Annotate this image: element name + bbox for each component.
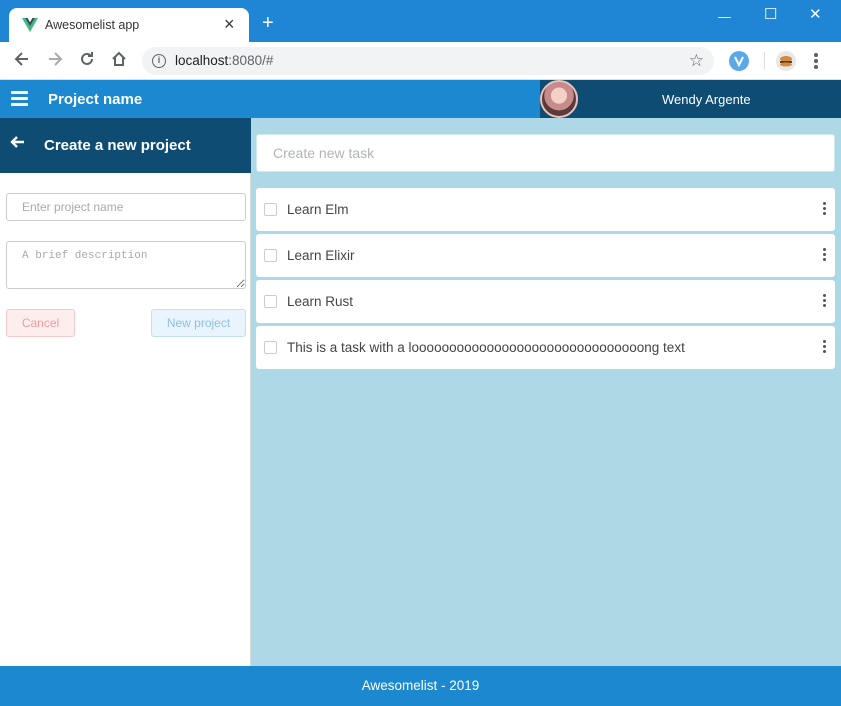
- toolbar-divider: [764, 52, 765, 70]
- browser-tab[interactable]: Awesomelist app ×: [9, 8, 249, 42]
- hamburger-menu-icon[interactable]: [11, 91, 28, 106]
- task-menu-icon[interactable]: [823, 340, 827, 354]
- url-text: localhost:8080/#: [175, 53, 274, 68]
- task-label: This is a task with a looooooooooooooooo…: [287, 340, 685, 355]
- project-name-title: Project name: [48, 91, 143, 108]
- app-header: Project name Wendy Argente: [0, 80, 841, 118]
- task-label: Learn Elixir: [287, 248, 355, 263]
- task-list: Learn Elm Learn Elixir Learn Rust This i…: [256, 188, 835, 372]
- new-task-input[interactable]: [256, 134, 835, 172]
- footer: Awesomelist - 2019: [0, 666, 841, 706]
- forward-arrow-icon[interactable]: [44, 50, 66, 72]
- user-block[interactable]: Wendy Argente: [540, 80, 841, 118]
- new-tab-icon[interactable]: +: [262, 13, 274, 33]
- back-arrow-icon[interactable]: [11, 50, 33, 72]
- address-bar[interactable]: i localhost:8080/# ☆: [142, 47, 714, 75]
- extension-icon[interactable]: [729, 51, 749, 71]
- footer-text: Awesomelist - 2019: [361, 678, 480, 693]
- vue-logo-icon: [22, 18, 38, 32]
- main-content: Learn Elm Learn Elixir Learn Rust This i…: [251, 118, 841, 666]
- task-checkbox[interactable]: [264, 249, 277, 262]
- browser-titlebar: Awesomelist app × + — ☐ ✕: [0, 0, 841, 42]
- task-menu-icon[interactable]: [823, 294, 827, 308]
- tab-title: Awesomelist app: [45, 18, 140, 32]
- info-icon[interactable]: i: [152, 54, 166, 68]
- browser-toolbar: i localhost:8080/# ☆: [0, 42, 841, 80]
- avatar[interactable]: [540, 80, 578, 118]
- task-row[interactable]: Learn Rust: [256, 280, 835, 323]
- sidebar-header: Create a new project: [0, 118, 251, 173]
- task-menu-icon[interactable]: [823, 248, 827, 262]
- kebab-menu-icon[interactable]: [814, 53, 818, 69]
- task-row[interactable]: This is a task with a looooooooooooooooo…: [256, 326, 835, 369]
- task-checkbox[interactable]: [264, 295, 277, 308]
- project-name-input[interactable]: [6, 193, 246, 221]
- task-checkbox[interactable]: [264, 203, 277, 216]
- tab-close-icon[interactable]: ×: [224, 14, 235, 34]
- minimize-icon[interactable]: —: [718, 7, 731, 27]
- sidebar-title: Create a new project: [44, 137, 191, 154]
- project-description-input[interactable]: [6, 241, 246, 289]
- new-project-button[interactable]: New project: [151, 309, 246, 337]
- reload-icon[interactable]: [76, 50, 98, 72]
- sidebar: Create a new project Cancel New project: [0, 118, 251, 666]
- task-menu-icon[interactable]: [823, 202, 827, 216]
- home-icon[interactable]: [108, 50, 130, 72]
- window-close-icon[interactable]: ✕: [809, 5, 822, 25]
- task-checkbox[interactable]: [264, 341, 277, 354]
- user-name: Wendy Argente: [662, 92, 751, 107]
- profile-icon[interactable]: [776, 51, 796, 71]
- task-row[interactable]: Learn Elixir: [256, 234, 835, 277]
- task-label: Learn Elm: [287, 202, 349, 217]
- task-label: Learn Rust: [287, 294, 354, 309]
- star-icon[interactable]: ☆: [689, 51, 704, 71]
- task-row[interactable]: Learn Elm: [256, 188, 835, 231]
- cancel-button[interactable]: Cancel: [6, 309, 75, 337]
- back-arrow-icon[interactable]: [10, 134, 26, 154]
- maximize-icon[interactable]: ☐: [764, 5, 777, 25]
